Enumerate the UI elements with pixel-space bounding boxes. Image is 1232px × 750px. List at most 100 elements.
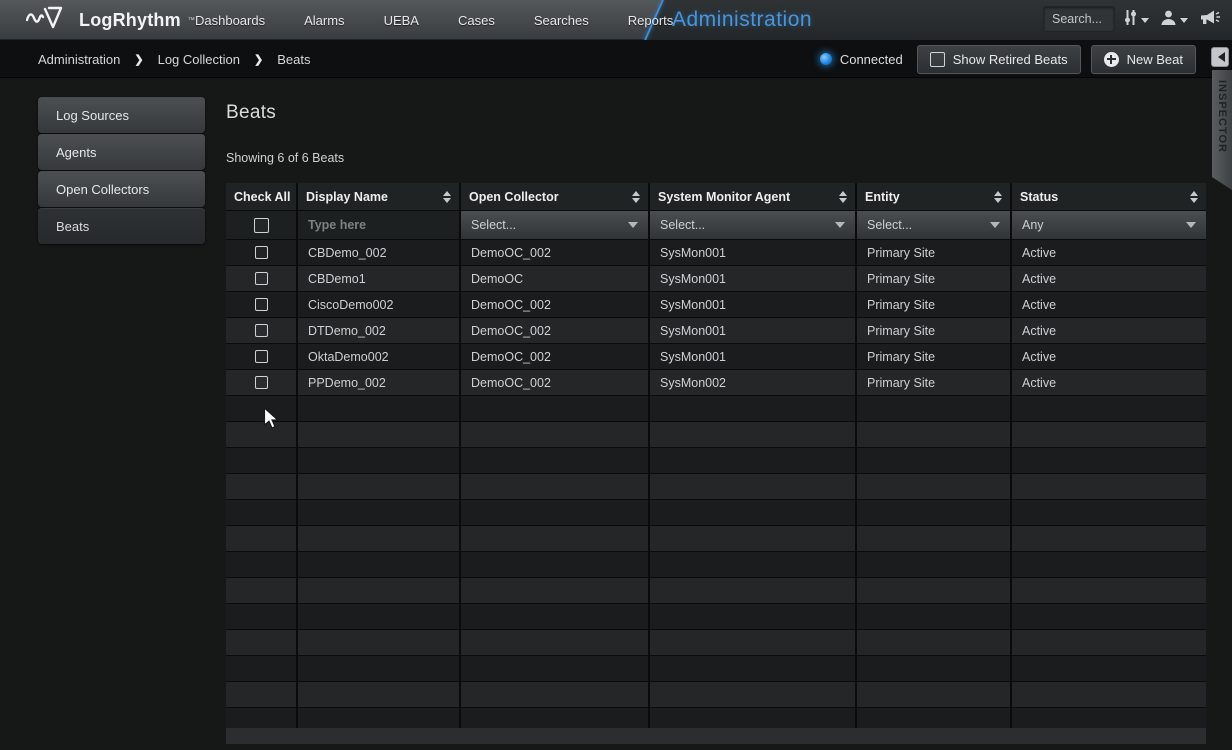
inspector-tab[interactable]: INSPECTOR	[1212, 70, 1232, 190]
row-checkbox[interactable]	[255, 376, 268, 389]
search-input[interactable]	[1043, 6, 1115, 32]
empty-cell	[650, 396, 857, 422]
entity-cell: Primary Site	[857, 240, 1012, 266]
status-filter-dropdown[interactable]: Any	[1012, 211, 1206, 239]
breadcrumb-log-collection[interactable]: Log Collection	[158, 52, 240, 67]
table-row[interactable]: CBDemo_002 DemoOC_002 SysMon001 Primary …	[226, 240, 1206, 266]
show-retired-checkbox[interactable]	[930, 52, 945, 67]
breadcrumb-administration[interactable]: Administration	[38, 52, 120, 67]
system-monitor-agent-filter-cell: Select...	[650, 211, 857, 240]
table-row[interactable]: PPDemo_002 DemoOC_002 SysMon002 Primary …	[226, 370, 1206, 396]
empty-cell	[857, 474, 1012, 500]
system-monitor-agent-cell: SysMon002	[650, 370, 857, 396]
nav-item-cases[interactable]: Cases	[458, 13, 495, 28]
chevron-down-icon	[1141, 18, 1149, 27]
inspector-label: INSPECTOR	[1216, 80, 1228, 153]
column-header-system-monitor-agent[interactable]: System Monitor Agent	[650, 183, 857, 211]
display-name-filter-input[interactable]	[298, 211, 459, 239]
open-collector-filter-dropdown[interactable]: Select...	[461, 211, 648, 239]
sort-icon[interactable]	[994, 191, 1002, 203]
sidebar-item-log-sources[interactable]: Log Sources	[38, 97, 205, 133]
row-checkbox[interactable]	[255, 350, 268, 363]
breadcrumb-chevron-icon	[134, 53, 143, 66]
row-checkbox[interactable]	[255, 246, 268, 259]
column-header-check-all: Check All	[226, 183, 298, 211]
announcements-button[interactable]	[1196, 9, 1224, 31]
check-all-checkbox[interactable]	[254, 218, 269, 233]
entity-filter-cell: Select...	[857, 211, 1012, 240]
table-row[interactable]: OktaDemo002 DemoOC_002 SysMon001 Primary…	[226, 344, 1206, 370]
nav-item-ueba[interactable]: UEBA	[384, 13, 419, 28]
nav-icon-cluster	[1120, 0, 1224, 40]
sort-icon[interactable]	[632, 191, 640, 203]
row-checkbox[interactable]	[255, 272, 268, 285]
sort-icon[interactable]	[839, 191, 847, 203]
empty-cell	[857, 500, 1012, 526]
empty-cell	[650, 656, 857, 682]
empty-cell	[857, 552, 1012, 578]
sidebar-item-agents[interactable]: Agents	[38, 134, 205, 170]
preferences-sliders-dropdown[interactable]	[1120, 8, 1152, 32]
empty-cell	[650, 422, 857, 448]
nav-item-alarms[interactable]: Alarms	[304, 13, 344, 28]
system-monitor-agent-cell: SysMon001	[650, 266, 857, 292]
status-cell: Active	[1012, 318, 1206, 344]
user-menu-dropdown[interactable]	[1157, 9, 1191, 31]
sliders-icon	[1123, 8, 1138, 32]
empty-cell	[226, 552, 298, 578]
table-filter-row: Select... Select... Select... Any	[226, 211, 1206, 240]
empty-cell	[650, 526, 857, 552]
sort-icon[interactable]	[443, 191, 451, 203]
system-monitor-agent-filter-dropdown[interactable]: Select...	[650, 211, 855, 239]
show-retired-beats-button[interactable]: Show Retired Beats	[917, 45, 1081, 74]
table-row-empty	[226, 422, 1206, 448]
horizontal-scrollbar-track[interactable]	[226, 728, 1206, 744]
table-row-empty	[226, 578, 1206, 604]
new-beat-button[interactable]: New Beat	[1091, 45, 1196, 74]
empty-cell	[461, 500, 650, 526]
breadcrumb-bar: Administration Log Collection Beats Conn…	[0, 40, 1232, 78]
table-row-empty	[226, 630, 1206, 656]
open-collector-filter-cell: Select...	[461, 211, 650, 240]
column-header-entity[interactable]: Entity	[857, 183, 1012, 211]
caret-down-icon	[1186, 222, 1196, 233]
nav-item-administration-active[interactable]: Administration	[672, 0, 812, 40]
table-row-empty	[226, 448, 1206, 474]
entity-cell: Primary Site	[857, 344, 1012, 370]
logrhythm-logo[interactable]: LogRhythm ™	[26, 0, 195, 40]
empty-rows	[226, 396, 1206, 734]
sidebar: Log Sources Agents Open Collectors Beats	[38, 97, 205, 245]
empty-cell	[1012, 604, 1206, 630]
entity-filter-dropdown[interactable]: Select...	[857, 211, 1010, 239]
empty-cell	[857, 526, 1012, 552]
system-monitor-agent-cell: SysMon001	[650, 344, 857, 370]
empty-cell	[857, 422, 1012, 448]
row-checkbox[interactable]	[255, 324, 268, 337]
empty-cell	[857, 448, 1012, 474]
nav-item-searches[interactable]: Searches	[534, 13, 589, 28]
show-retired-label: Show Retired Beats	[953, 52, 1068, 67]
empty-cell	[1012, 422, 1206, 448]
empty-cell	[650, 630, 857, 656]
table-row[interactable]: DTDemo_002 DemoOC_002 SysMon001 Primary …	[226, 318, 1206, 344]
column-header-display-name[interactable]: Display Name	[298, 183, 461, 211]
table-row[interactable]: CBDemo1 DemoOC SysMon001 Primary Site Ac…	[226, 266, 1206, 292]
empty-cell	[1012, 474, 1206, 500]
row-checkbox[interactable]	[255, 298, 268, 311]
nav-menu: Dashboards Alarms UEBA Cases Searches Re…	[195, 0, 673, 40]
inspector-collapse-button[interactable]	[1211, 47, 1229, 67]
chevron-down-icon	[1180, 18, 1188, 27]
sort-icon[interactable]	[1190, 191, 1198, 203]
nav-item-dashboards[interactable]: Dashboards	[195, 13, 265, 28]
nav-item-reports[interactable]: Reports	[628, 13, 674, 28]
empty-cell	[461, 526, 650, 552]
column-header-status[interactable]: Status	[1012, 183, 1206, 211]
column-header-open-collector[interactable]: Open Collector	[461, 183, 650, 211]
empty-cell	[1012, 630, 1206, 656]
sidebar-item-open-collectors[interactable]: Open Collectors	[38, 171, 205, 207]
table-row[interactable]: CiscoDemo002 DemoOC_002 SysMon001 Primar…	[226, 292, 1206, 318]
page-action-controls: Connected Show Retired Beats New Beat	[820, 40, 1196, 78]
open-collector-cell: DemoOC_002	[461, 318, 650, 344]
empty-cell	[298, 552, 461, 578]
sidebar-item-beats[interactable]: Beats	[38, 208, 205, 244]
